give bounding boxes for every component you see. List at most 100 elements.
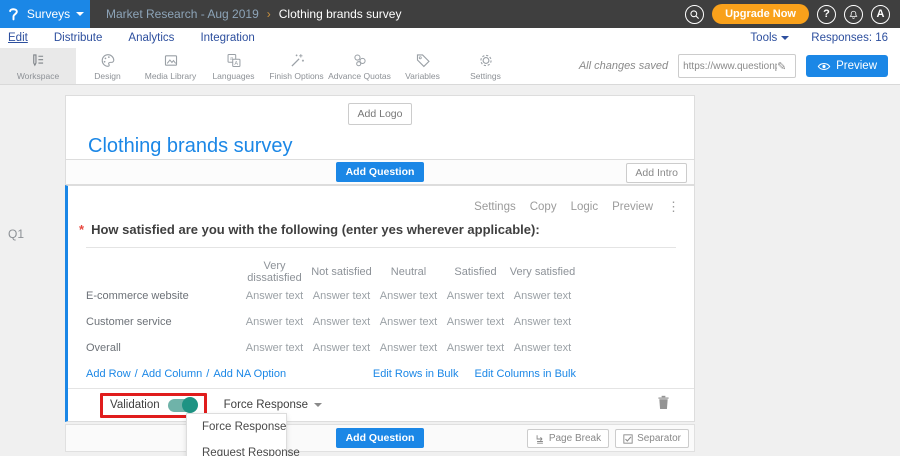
edit-toolbar: Workspace Design Media Library aA Langua… bbox=[0, 48, 900, 85]
topbar-actions: Upgrade Now ? A bbox=[685, 4, 900, 24]
eye-icon bbox=[817, 61, 831, 72]
edit-columns-in-bulk-link[interactable]: Edit Columns in Bulk bbox=[475, 368, 577, 380]
column-header[interactable]: Very dissatisfied bbox=[241, 260, 308, 284]
tool-label: Advance Quotas bbox=[328, 71, 391, 81]
matrix-header-row: Very dissatisfied Not satisfied Neutral … bbox=[86, 261, 576, 283]
magic-wand-icon bbox=[288, 52, 306, 69]
answer-cell[interactable]: Answer text bbox=[509, 316, 576, 328]
question-settings-link[interactable]: Settings bbox=[474, 201, 516, 213]
row-label[interactable]: Customer service bbox=[86, 316, 241, 328]
notifications-button[interactable] bbox=[844, 5, 863, 24]
add-column-link[interactable]: Add Column bbox=[142, 368, 203, 380]
answer-cell[interactable]: Answer text bbox=[308, 342, 375, 354]
responses-link[interactable]: Responses: 16 bbox=[811, 32, 888, 44]
tool-settings[interactable]: Settings bbox=[454, 48, 517, 84]
validation-type-dropdown[interactable]: Force Response bbox=[224, 399, 322, 411]
answer-cell[interactable]: Answer text bbox=[241, 342, 308, 354]
account-avatar[interactable]: A bbox=[871, 5, 890, 24]
tab-integration[interactable]: Integration bbox=[200, 32, 254, 44]
chevron-down-icon bbox=[314, 403, 322, 407]
tab-analytics[interactable]: Analytics bbox=[128, 32, 174, 44]
edit-url-icon[interactable]: ✎ bbox=[777, 60, 786, 73]
page-break-button[interactable]: Page Break bbox=[527, 429, 609, 448]
add-question-button-bottom[interactable]: Add Question bbox=[336, 428, 425, 448]
add-question-footer-strip: Add Question Page Break Separator bbox=[65, 424, 695, 452]
page-break-label: Page Break bbox=[549, 433, 601, 444]
breadcrumb: Market Research - Aug 2019 › Clothing br… bbox=[106, 7, 401, 21]
question-logic-link[interactable]: Logic bbox=[571, 201, 599, 213]
answer-cell[interactable]: Answer text bbox=[375, 316, 442, 328]
tool-design[interactable]: Design bbox=[76, 48, 139, 84]
survey-title[interactable]: Clothing brands survey bbox=[66, 125, 694, 158]
surveys-product-switcher[interactable]: Surveys bbox=[0, 0, 90, 28]
answer-cell[interactable]: Answer text bbox=[375, 290, 442, 302]
top-navbar: Surveys Market Research - Aug 2019 › Clo… bbox=[0, 0, 900, 28]
tool-languages[interactable]: aA Languages bbox=[202, 48, 265, 84]
matrix-table: Very dissatisfied Not satisfied Neutral … bbox=[86, 261, 576, 361]
add-question-strip: Add Question Add Intro bbox=[65, 160, 695, 185]
palette-icon bbox=[99, 52, 117, 69]
footer-right-buttons: Page Break Separator bbox=[527, 429, 689, 448]
preview-button[interactable]: Preview bbox=[806, 55, 888, 77]
search-button[interactable] bbox=[685, 5, 704, 24]
tools-dropdown[interactable]: Tools bbox=[750, 32, 789, 44]
tool-advance-quotas[interactable]: Advance Quotas bbox=[328, 48, 391, 84]
row-label[interactable]: Overall bbox=[86, 342, 241, 354]
tab-distribute[interactable]: Distribute bbox=[54, 32, 103, 44]
workspace-icon bbox=[29, 52, 47, 69]
add-row-link[interactable]: Add Row bbox=[86, 368, 131, 380]
question-card-q1: Settings Copy Logic Preview ⋮ * How sati… bbox=[65, 185, 695, 422]
validation-toggle[interactable] bbox=[168, 399, 197, 412]
question-number-label: Q1 bbox=[8, 227, 24, 241]
questionpro-edit-screen: Surveys Market Research - Aug 2019 › Clo… bbox=[0, 0, 900, 456]
answer-cell[interactable]: Answer text bbox=[241, 290, 308, 302]
question-preview-link[interactable]: Preview bbox=[612, 201, 653, 213]
help-button[interactable]: ? bbox=[817, 5, 836, 24]
toolbar-right: All changes saved ✎ Preview bbox=[579, 48, 900, 84]
tab-edit[interactable]: Edit bbox=[8, 32, 28, 44]
tool-media-library[interactable]: Media Library bbox=[139, 48, 202, 84]
question-text[interactable]: How satisfied are you with the following… bbox=[91, 222, 540, 237]
upgrade-now-button[interactable]: Upgrade Now bbox=[712, 4, 809, 24]
dropdown-option-force-response[interactable]: Force Response bbox=[187, 414, 286, 440]
tool-finish-options[interactable]: Finish Options bbox=[265, 48, 328, 84]
question-divider bbox=[86, 247, 676, 248]
tool-label: Settings bbox=[470, 71, 501, 81]
separator-button[interactable]: Separator bbox=[615, 429, 689, 448]
breadcrumb-folder[interactable]: Market Research - Aug 2019 bbox=[106, 7, 259, 21]
tool-workspace[interactable]: Workspace bbox=[0, 48, 76, 84]
add-question-button-top[interactable]: Add Question bbox=[336, 162, 425, 182]
kebab-menu-icon[interactable]: ⋮ bbox=[667, 199, 680, 215]
answer-cell[interactable]: Answer text bbox=[442, 316, 509, 328]
answer-cell[interactable]: Answer text bbox=[509, 290, 576, 302]
answer-cell[interactable]: Answer text bbox=[375, 342, 442, 354]
tool-label: Variables bbox=[405, 71, 440, 81]
survey-url-input[interactable] bbox=[683, 61, 777, 72]
dropdown-option-request-response[interactable]: Request Response bbox=[187, 440, 286, 456]
column-header[interactable]: Very satisfied bbox=[509, 266, 576, 278]
edit-rows-in-bulk-link[interactable]: Edit Rows in Bulk bbox=[373, 368, 459, 380]
menubar-right: Tools Responses: 16 bbox=[750, 32, 900, 44]
bulk-edit-links: Edit Rows in Bulk Edit Columns in Bulk bbox=[373, 368, 576, 380]
add-na-option-link[interactable]: Add NA Option bbox=[213, 368, 286, 380]
translate-icon: aA bbox=[225, 52, 243, 69]
survey-url-box: ✎ bbox=[678, 54, 796, 78]
gear-icon bbox=[477, 52, 495, 69]
answer-cell[interactable]: Answer text bbox=[308, 316, 375, 328]
delete-question-button[interactable] bbox=[657, 395, 670, 415]
column-header[interactable]: Not satisfied bbox=[308, 266, 375, 278]
answer-cell[interactable]: Answer text bbox=[442, 290, 509, 302]
row-label[interactable]: E-commerce website bbox=[86, 290, 241, 302]
answer-cell[interactable]: Answer text bbox=[509, 342, 576, 354]
column-header[interactable]: Neutral bbox=[375, 266, 442, 278]
answer-cell[interactable]: Answer text bbox=[241, 316, 308, 328]
column-header[interactable]: Satisfied bbox=[442, 266, 509, 278]
tool-variables[interactable]: Variables bbox=[391, 48, 454, 84]
answer-cell[interactable]: Answer text bbox=[442, 342, 509, 354]
matrix-row-customer-service: Customer service Answer text Answer text… bbox=[86, 309, 576, 335]
answer-cell[interactable]: Answer text bbox=[308, 290, 375, 302]
add-logo-button[interactable]: Add Logo bbox=[348, 103, 413, 125]
question-mark-icon: ? bbox=[823, 8, 830, 20]
add-intro-button[interactable]: Add Intro bbox=[626, 163, 687, 183]
question-copy-link[interactable]: Copy bbox=[530, 201, 557, 213]
